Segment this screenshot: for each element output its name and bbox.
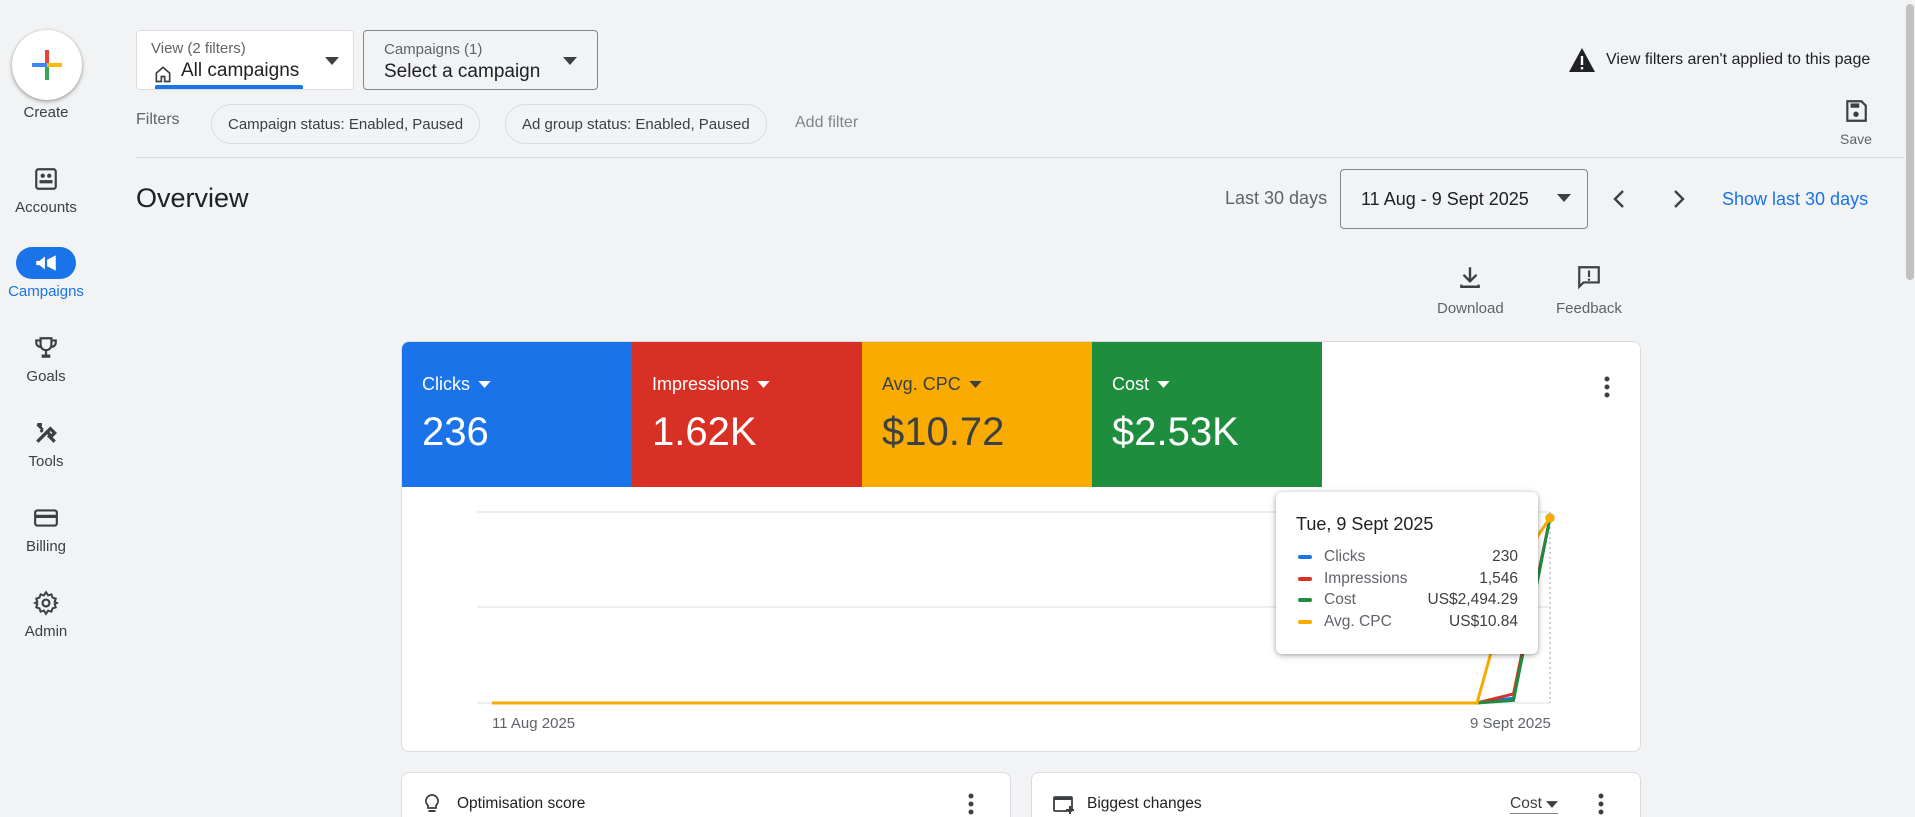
lightbulb-icon: [425, 794, 439, 812]
page-scrollbar[interactable]: [1905, 0, 1915, 817]
show-last-30-days-link[interactable]: Show last 30 days: [1722, 189, 1868, 210]
feedback-icon: [1578, 266, 1600, 290]
home-icon: [155, 66, 171, 83]
warning-icon: [1569, 48, 1595, 72]
chart-tooltip: Tue, 9 Sept 2025 Clicks 230 Impressions 1,…: [1276, 492, 1538, 654]
dropdown-arrow-icon: [1546, 801, 1559, 808]
plus-icon: [32, 50, 62, 80]
chevron-right-icon: [1674, 190, 1685, 208]
chevron-left-icon: [1613, 190, 1624, 208]
rail-item-admin[interactable]: Admin: [0, 587, 92, 657]
rail-item-campaigns[interactable]: Campaigns: [0, 247, 92, 317]
x-axis-start-label: 11 Aug 2025: [492, 715, 576, 732]
trophy-icon: [35, 337, 57, 358]
biggest-changes-metric-select[interactable]: Cost: [1510, 795, 1559, 814]
tooltip-row-name: Avg. CPC: [1324, 613, 1392, 630]
campaign-selector-caption: Campaigns (1): [384, 41, 483, 58]
tooltip-row-value: US$10.84: [1449, 613, 1518, 630]
save-button[interactable]: Save: [1835, 98, 1877, 147]
rail-label-goals: Goals: [26, 368, 66, 385]
campaign-selector-value: Select a campaign: [384, 61, 541, 82]
view-selector-underline: [155, 85, 303, 89]
save-icon: [1846, 100, 1867, 122]
tooltip-row-clicks: Clicks 230: [1298, 548, 1518, 568]
biggest-changes-metric-value: Cost: [1510, 795, 1542, 812]
filter-chip-label: Ad group status: Enabled, Paused: [522, 115, 750, 133]
dropdown-arrow-icon: [1557, 194, 1571, 202]
scrollbar-thumb[interactable]: [1906, 4, 1914, 280]
dropdown-arrow-icon: [563, 57, 577, 65]
previous-period-button[interactable]: [1604, 184, 1634, 214]
tooltip-row-value: 1,546: [1479, 570, 1518, 587]
biggest-changes-more-button[interactable]: [1598, 793, 1604, 817]
tooltip-title: Tue, 9 Sept 2025: [1296, 514, 1434, 534]
tools-icon: [36, 422, 57, 443]
dropdown-arrow-icon: [325, 57, 339, 65]
rail-label-tools: Tools: [28, 453, 64, 470]
view-selector-caption: View (2 filters): [151, 40, 246, 57]
filter-chip-ad-group-status[interactable]: Ad group status: Enabled, Paused: [505, 104, 767, 144]
save-label: Save: [1840, 131, 1872, 147]
filters-label: Filters: [136, 111, 180, 128]
filter-warning-text: View filters aren't applied to this page: [1606, 51, 1871, 68]
filter-warning: View filters aren't applied to this page: [1568, 47, 1870, 73]
feedback-label: Feedback: [1556, 300, 1622, 317]
download-button[interactable]: Download: [1437, 264, 1504, 317]
performance-chart-card: Clicks 236 Impressions 1.62K Avg. CPC $1…: [401, 341, 1641, 752]
feedback-button[interactable]: Feedback: [1556, 264, 1622, 317]
create-label: Create: [23, 104, 69, 121]
create-button[interactable]: [12, 30, 82, 100]
view-selector[interactable]: View (2 filters) All campaigns: [136, 30, 354, 90]
tooltip-row-impressions: Impressions 1,546: [1298, 570, 1518, 590]
optimisation-score-title: Optimisation score: [457, 795, 586, 812]
tooltip-row-name: Clicks: [1324, 548, 1366, 565]
tooltip-row-avg-cpc: Avg. CPC US$10.84: [1298, 613, 1518, 633]
gear-icon: [33, 590, 59, 616]
download-label: Download: [1437, 300, 1504, 317]
date-range-value: 11 Aug - 9 Sept 2025: [1361, 189, 1529, 209]
more-vert-icon: [1598, 793, 1604, 815]
rail-label-campaigns: Campaigns: [8, 283, 84, 300]
accounts-icon: [35, 168, 57, 190]
filter-chip-label: Campaign status: Enabled, Paused: [228, 115, 464, 133]
rail-label-billing: Billing: [25, 538, 67, 555]
rail-item-goals[interactable]: Goals: [0, 332, 92, 402]
date-preset-label: Last 30 days: [1225, 188, 1328, 208]
series-point-avg-cpc: [1545, 513, 1555, 523]
add-tab-icon: [1053, 796, 1074, 814]
add-filter-link[interactable]: Add filter: [795, 114, 858, 132]
rail-item-tools[interactable]: Tools: [0, 417, 92, 487]
biggest-changes-title: Biggest changes: [1087, 795, 1202, 812]
download-icon: [1460, 267, 1481, 288]
page-title: Overview: [136, 183, 249, 213]
megaphone-icon: [36, 255, 56, 271]
biggest-changes-card: Biggest changes Cost: [1031, 772, 1641, 817]
tooltip-row-name: Impressions: [1324, 570, 1408, 587]
rail-label-accounts: Accounts: [15, 199, 77, 216]
campaign-selector[interactable]: Campaigns (1) Select a campaign: [363, 30, 598, 90]
tooltip-row-name: Cost: [1324, 591, 1356, 608]
optimisation-more-button[interactable]: [968, 793, 974, 817]
next-period-button[interactable]: [1664, 184, 1694, 214]
navigation-rail: Create Accounts Campaigns Goals Tools Bi…: [0, 0, 92, 817]
date-range-picker[interactable]: 11 Aug - 9 Sept 2025: [1340, 169, 1588, 229]
x-axis-end-label: 9 Sept 2025: [1470, 715, 1551, 732]
rail-label-admin: Admin: [24, 623, 68, 640]
tooltip-row-cost: Cost US$2,494.29: [1298, 591, 1518, 611]
view-selector-value: All campaigns: [181, 60, 300, 81]
rail-item-billing[interactable]: Billing: [0, 502, 92, 572]
credit-card-icon: [34, 509, 58, 527]
tooltip-row-value: 230: [1492, 548, 1518, 565]
filter-chip-campaign-status[interactable]: Campaign status: Enabled, Paused: [211, 104, 481, 144]
optimisation-score-card: Optimisation score: [401, 772, 1011, 817]
tooltip-row-value: US$2,494.29: [1427, 591, 1519, 608]
rail-item-accounts[interactable]: Accounts: [0, 163, 92, 233]
header-divider: [136, 157, 1915, 158]
more-vert-icon: [968, 793, 974, 815]
